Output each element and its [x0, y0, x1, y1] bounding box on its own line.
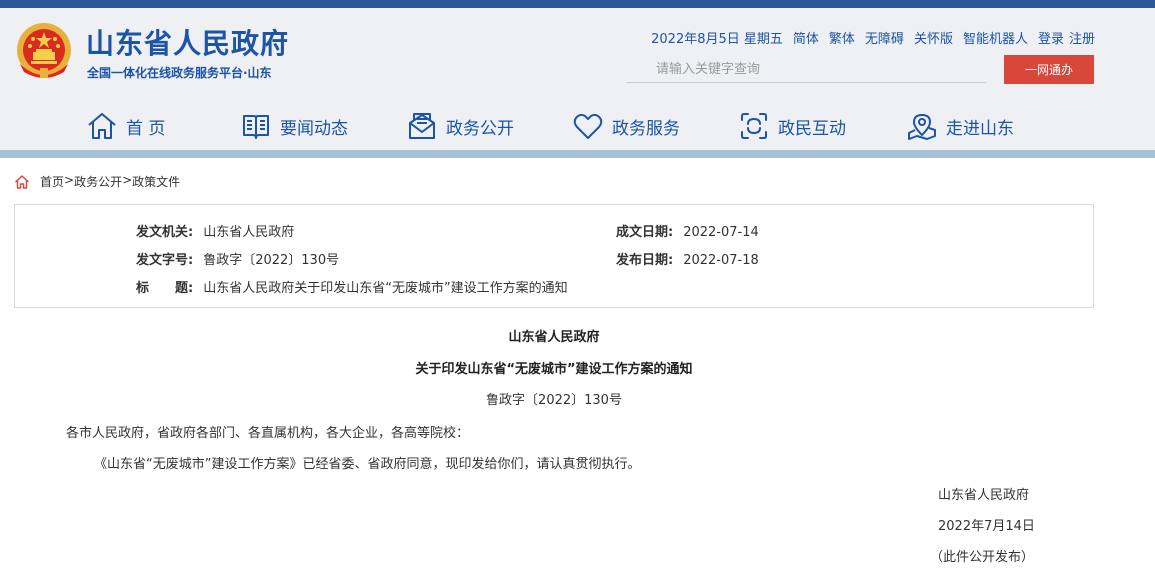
meta-issuer-value: 山东省人民政府 — [203, 225, 295, 240]
home-icon[interactable] — [14, 174, 30, 190]
location-pin-icon — [908, 114, 936, 140]
breadcrumb-separator: > — [64, 173, 75, 187]
breadcrumb-separator: > — [122, 173, 133, 187]
mail-open-icon — [409, 113, 435, 139]
breadcrumb-home[interactable]: 首页 — [40, 173, 64, 190]
meta-published-value: 2022-07-18 — [683, 253, 759, 268]
main-nav: 首 页 要闻动态 政务公开 政务服务 政民互动 走进山东 — [0, 104, 1155, 148]
national-emblem-icon[interactable] — [14, 20, 74, 82]
header-bottom-bar — [0, 150, 1155, 158]
nav-gov-affairs-label: 政务公开 — [446, 118, 514, 139]
document-paragraph: 《山东省“无废城市”建设工作方案》已经省委、省政府同意，现印发给你们，请认真贯彻… — [94, 457, 641, 472]
link-care-mode[interactable]: 关怀版 — [914, 28, 953, 47]
document-signature-org: 山东省人民政府 — [938, 488, 1030, 503]
meta-issuer-label: 发文机关: — [136, 225, 194, 240]
meta-created-label: 成文日期: — [616, 225, 674, 240]
document-salutation: 各市人民政府，省政府各部门、各直属机构，各大企业，各高等院校： — [66, 426, 470, 441]
nav-about-shandong-label: 走进山东 — [946, 118, 1014, 139]
top-utility-bar: 2022年8月5日 星期五 简体 繁体 无障碍 关怀版 智能机器人 登录 注册 — [651, 28, 1095, 47]
meta-doc-number-value: 鲁政字〔2022〕130号 — [203, 253, 340, 268]
nav-about-shandong[interactable]: 走进山东 — [906, 104, 1014, 148]
meta-title-label: 标 题: — [136, 281, 194, 296]
document-publication-note: （此件公开发布） — [930, 550, 1035, 565]
link-login[interactable]: 登录 — [1038, 28, 1064, 47]
nav-interaction-label: 政民互动 — [778, 118, 846, 139]
link-simplified[interactable]: 简体 — [793, 28, 819, 47]
meta-title-value: 山东省人民政府关于印发山东省“无废城市”建设工作方案的通知 — [203, 281, 568, 296]
link-traditional[interactable]: 繁体 — [829, 28, 855, 47]
one-stop-service-button[interactable]: 一网通办 — [1004, 55, 1094, 84]
document-title: 关于印发山东省“无废城市”建设工作方案的通知 — [415, 362, 693, 377]
meta-doc-number: 发文字号: 鲁政字〔2022〕130号 — [136, 249, 339, 268]
breadcrumb-gov-affairs[interactable]: 政务公开 — [74, 173, 122, 190]
news-book-icon — [243, 115, 269, 139]
meta-issuer: 发文机关: 山东省人民政府 — [136, 221, 294, 240]
document-number: 鲁政字〔2022〕130号 — [486, 393, 622, 408]
site-header: 山东省人民政府 全国一体化在线政务服务平台·山东 2022年8月5日 星期五 简… — [0, 0, 1155, 158]
link-smart-robot[interactable]: 智能机器人 — [963, 28, 1028, 47]
meta-published-date: 发布日期: 2022-07-18 — [616, 249, 759, 268]
nav-gov-services-label: 政务服务 — [612, 118, 680, 139]
home-icon — [88, 113, 116, 139]
meta-published-label: 发布日期: — [616, 253, 674, 268]
site-title[interactable]: 山东省人民政府 — [86, 22, 289, 62]
nav-interaction[interactable]: 政民互动 — [738, 104, 846, 148]
search-input[interactable] — [626, 57, 986, 83]
heart-icon — [573, 113, 603, 139]
nav-gov-affairs[interactable]: 政务公开 — [406, 104, 514, 148]
nav-home[interactable]: 首 页 — [86, 104, 165, 148]
document-meta-box: 发文机关: 山东省人民政府 成文日期: 2022-07-14 发文字号: 鲁政字〔20… — [14, 204, 1094, 308]
nav-news[interactable]: 要闻动态 — [240, 104, 348, 148]
current-date: 2022年8月5日 星期五 — [651, 32, 783, 47]
header-top-bar — [0, 0, 1155, 8]
nav-news-label: 要闻动态 — [280, 118, 348, 139]
link-accessibility[interactable]: 无障碍 — [865, 28, 904, 47]
nav-gov-services[interactable]: 政务服务 — [572, 104, 680, 148]
link-register[interactable]: 注册 — [1069, 28, 1095, 47]
interaction-icon — [741, 113, 767, 139]
site-subtitle: 全国一体化在线政务服务平台·山东 — [87, 66, 272, 80]
breadcrumb-policy-docs[interactable]: 政策文件 — [132, 173, 180, 190]
meta-title: 标 题: 山东省人民政府关于印发山东省“无废城市”建设工作方案的通知 — [136, 277, 568, 296]
breadcrumb: 首页 > 政务公开 > 政策文件 — [14, 173, 180, 190]
meta-created-date: 成文日期: 2022-07-14 — [616, 221, 759, 240]
document-org-heading: 山东省人民政府 — [508, 330, 600, 345]
meta-doc-number-label: 发文字号: — [136, 253, 194, 268]
document-signature-date: 2022年7月14日 — [938, 519, 1035, 534]
nav-home-label: 首 页 — [126, 118, 166, 139]
meta-created-value: 2022-07-14 — [683, 225, 759, 240]
